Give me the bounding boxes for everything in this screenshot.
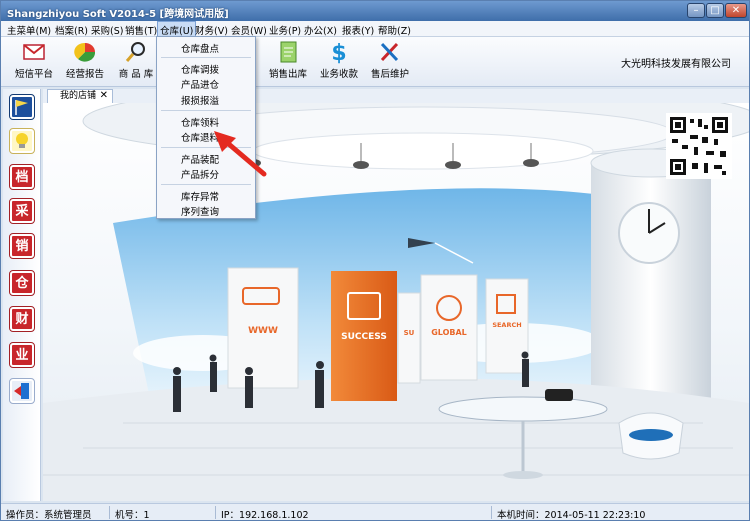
tab-my-store-label: 我的店铺	[60, 91, 97, 101]
document-icon	[280, 41, 297, 63]
status-operator: 操作员：系统管理员	[6, 510, 92, 521]
menu-item-stocktake[interactable]: 仓库盘点	[181, 41, 219, 55]
envelope-icon	[23, 44, 45, 60]
qr-code	[666, 113, 732, 179]
toolbar-product-button[interactable]: 商 品 库	[111, 40, 161, 84]
board-success-label: SUCCESS	[341, 332, 387, 342]
window-title: Shangzhiyou Soft V2014-5 [跨境网试用版]	[7, 9, 229, 20]
tab-bar: 我的店铺 ✕	[43, 89, 749, 103]
flag-icon	[15, 100, 28, 115]
menu-purchase[interactable]: 采购(S)	[91, 23, 123, 37]
menu-item-product-in[interactable]: 产品进仓	[181, 77, 219, 91]
svg-text:$: $	[331, 41, 346, 64]
toolbar-sales-out-label: 销售出库	[268, 69, 307, 80]
status-separator	[215, 506, 216, 519]
title-bar[interactable]: Shangzhiyou Soft V2014-5 [跨境网试用版] – □ ✕	[1, 1, 749, 21]
sidebar-tips-button[interactable]	[9, 128, 35, 154]
tab-my-store[interactable]: 我的店铺 ✕	[47, 89, 113, 103]
sidebar-sales-button[interactable]: 销	[9, 233, 35, 259]
minimize-button[interactable]: –	[687, 3, 705, 18]
magnifier-icon	[125, 42, 145, 62]
toolbar: 短信平台 经营报告 商 品 库 销售出库 $ 业务收款 售后维护 大光明科技发展…	[1, 37, 749, 87]
maximize-button[interactable]: □	[706, 3, 724, 18]
sidebar-flag-button[interactable]	[9, 94, 35, 120]
sidebar-business-button[interactable]: 业	[9, 342, 35, 368]
menu-separator	[161, 57, 251, 58]
menu-separator	[161, 184, 251, 185]
menu-bar: 主菜单(M) 档案(R) 采购(S) 销售(T) 仓库(U) 财务(V) 会员(…	[1, 21, 749, 37]
tools-icon	[380, 42, 399, 62]
board-global: GLOBAL	[420, 274, 478, 381]
company-name: 大光明科技发展有限公司	[621, 59, 731, 70]
toolbar-product-label: 商 品 库	[118, 69, 154, 80]
status-bar: 操作员：系统管理员 机号：1 IP：192.168.1.102 本机时间：201…	[1, 503, 749, 521]
toolbar-report-label: 经营报告	[65, 69, 104, 80]
menu-archive[interactable]: 档案(R)	[55, 23, 88, 37]
sidebar-purchase-button[interactable]: 采	[9, 198, 35, 224]
menu-help[interactable]: 帮助(Z)	[378, 23, 411, 37]
menu-business[interactable]: 业务(P)	[269, 23, 301, 37]
toolbar-service-button[interactable]: 售后维护	[365, 40, 415, 84]
menu-item-loss-overflow[interactable]: 报损报溢	[181, 93, 219, 107]
status-separator	[491, 506, 492, 519]
status-ip: IP：192.168.1.102	[221, 510, 309, 521]
board-su-label: SU	[404, 329, 415, 337]
toolbar-sms-button[interactable]: 短信平台	[9, 40, 59, 84]
status-machine: 机号：1	[115, 510, 150, 521]
pointer-arrow-icon	[214, 131, 267, 177]
exit-icon	[14, 383, 29, 399]
menu-report[interactable]: 报表(Y)	[342, 23, 374, 37]
board-global-label: GLOBAL	[431, 328, 467, 337]
sidebar-finance-button[interactable]: 财	[9, 306, 35, 332]
sidebar-exit-button[interactable]	[9, 378, 35, 404]
toolbar-sales-out-button[interactable]: 销售出库	[263, 40, 313, 84]
board-su: SU	[397, 292, 421, 384]
store-scene: WWW SUCCESS SU GLOBAL SEARCH	[43, 103, 749, 501]
menu-warehouse[interactable]: 仓库(U)	[157, 21, 197, 37]
close-button[interactable]: ✕	[725, 3, 747, 18]
menu-sales[interactable]: 销售(T)	[125, 23, 157, 37]
store-illustration: WWW SUCCESS SU GLOBAL SEARCH	[43, 103, 749, 501]
pie-chart-icon	[74, 42, 96, 62]
dollar-icon: $	[331, 41, 346, 64]
toolbar-receipt-button[interactable]: $ 业务收款	[314, 40, 364, 84]
menu-finance[interactable]: 财务(V)	[195, 23, 228, 37]
tab-close-icon[interactable]: ✕	[100, 90, 108, 102]
sidebar-warehouse-button[interactable]: 仓	[9, 270, 35, 296]
menu-item-transfer[interactable]: 仓库调拨	[181, 62, 219, 76]
board-search: SEARCH	[485, 278, 529, 374]
toolbar-report-button[interactable]: 经营报告	[60, 40, 110, 84]
lightbulb-icon	[16, 133, 28, 148]
status-time: 本机时间：2014-05-11 22:23:10	[497, 510, 646, 521]
board-success: SUCCESS	[331, 271, 397, 401]
menu-item-stock-anomaly[interactable]: 库存异常	[181, 189, 219, 203]
board-www-label: WWW	[248, 326, 278, 336]
menu-separator	[161, 110, 251, 111]
board-www: WWW	[227, 267, 299, 389]
sidebar: 档 采 销 仓 财 业	[3, 89, 41, 501]
toolbar-receipt-label: 业务收款	[319, 69, 358, 80]
sidebar-archive-button[interactable]: 档	[9, 164, 35, 190]
menu-main[interactable]: 主菜单(M)	[7, 23, 51, 37]
board-search-label: SEARCH	[492, 321, 521, 329]
menu-office[interactable]: 办公(X)	[304, 23, 337, 37]
app-window: Shangzhiyou Soft V2014-5 [跨境网试用版] – □ ✕ …	[0, 0, 750, 521]
menu-item-serial-query[interactable]: 序列查询	[181, 204, 219, 218]
menu-member[interactable]: 会员(W)	[231, 23, 267, 37]
status-separator	[109, 506, 110, 519]
toolbar-sms-label: 短信平台	[14, 69, 53, 80]
toolbar-service-label: 售后维护	[370, 69, 409, 80]
